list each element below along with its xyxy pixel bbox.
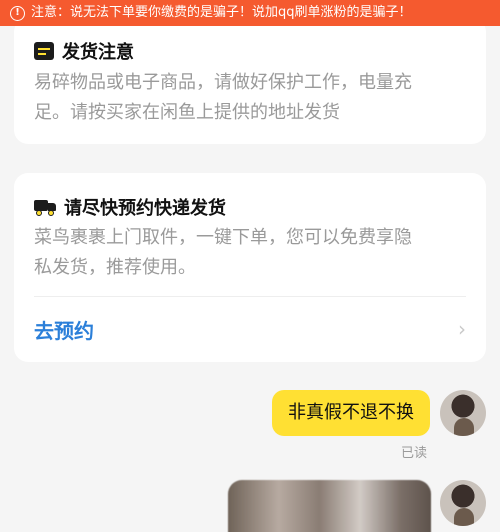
user-avatar[interactable] [440, 390, 486, 436]
shipping-notice-card: 发货注意 易碎物品或电子商品，请做好保护工作，电量充 足。请按买家在闲鱼上提供的… [14, 18, 486, 144]
exclamation-circle-icon: ! [10, 5, 25, 21]
read-receipt: 已读 [401, 446, 428, 461]
fraud-warning-text: 注意：说无法下单要你缴费的是骗子！说加qq刷单涨粉的是骗子！ [31, 5, 412, 20]
image-message[interactable] [228, 480, 431, 532]
notice-card-title: 发货注意 [62, 42, 134, 63]
ship-card-header: 请尽快预约快递发货 [34, 194, 226, 220]
fraud-warning-banner: ! 注意：说无法下单要你缴费的是骗子！说加qq刷单涨粉的是骗子！ [0, 0, 500, 26]
notice-icon [34, 42, 54, 60]
truck-icon [34, 198, 56, 216]
notice-card-body: 易碎物品或电子商品，请做好保护工作，电量充 足。请按买家在闲鱼上提供的地址发货 [34, 68, 466, 128]
ship-card-title: 请尽快预约快递发货 [64, 198, 226, 219]
notice-card-header: 发货注意 [34, 38, 134, 64]
book-pickup-button[interactable]: 去预约 › [34, 297, 466, 361]
user-avatar[interactable] [440, 480, 486, 526]
notice-card-line: 易碎物品或电子商品，请做好保护工作，电量充 [34, 72, 412, 93]
notice-card-line: 足。请按买家在闲鱼上提供的地址发货 [34, 102, 340, 123]
ship-card-body: 菜鸟裹裹上门取件，一键下单，您可以免费享隐 私发货，推荐使用。 [34, 223, 466, 283]
book-courier-card: 请尽快预约快递发货 菜鸟裹裹上门取件，一键下单，您可以免费享隐 私发货，推荐使用… [14, 173, 486, 362]
chevron-right-icon: › [458, 317, 466, 341]
ship-card-line: 私发货，推荐使用。 [34, 257, 196, 278]
book-pickup-label: 去预约 [34, 318, 94, 343]
ship-card-line: 菜鸟裹裹上门取件，一键下单，您可以免费享隐 [34, 227, 412, 248]
message-bubble[interactable]: 非真假不退不换 [272, 390, 430, 436]
